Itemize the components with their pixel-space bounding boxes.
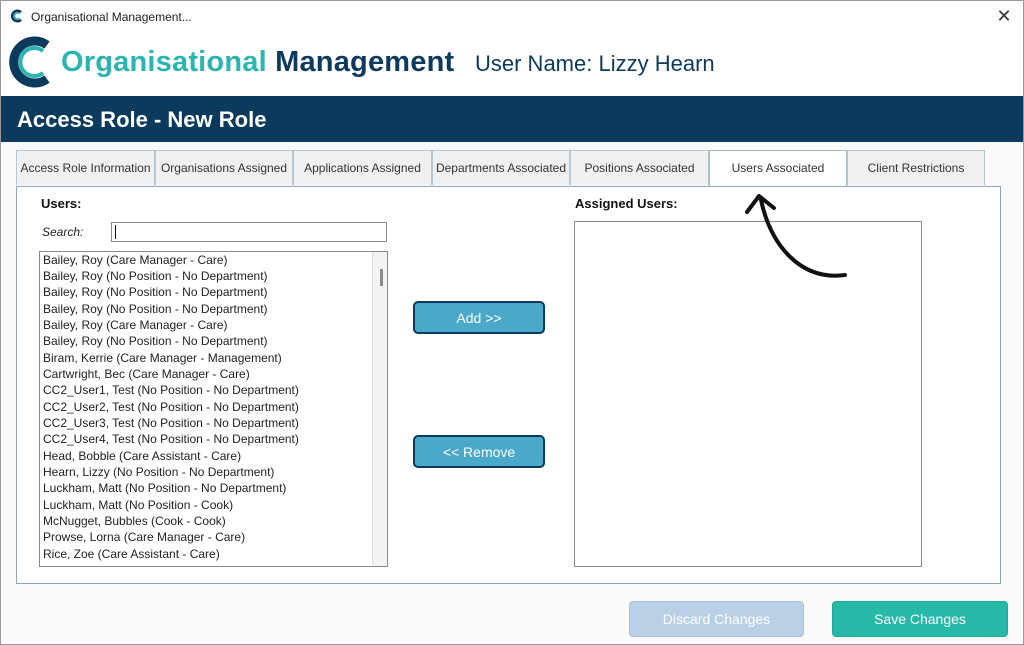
list-item[interactable]: Bailey, Roy (Care Manager - Care) — [43, 253, 228, 267]
list-item[interactable]: Hearn, Lizzy (No Position - No Departmen… — [43, 465, 274, 479]
list-item[interactable]: Rice, Zoe (Care Assistant - Care) — [43, 547, 220, 561]
list-item[interactable]: Bailey, Roy (No Position - No Department… — [43, 302, 268, 316]
list-item[interactable]: CC2_User1, Test (No Position - No Depart… — [43, 383, 299, 397]
title-bar: Organisational Management... ✕ — [1, 1, 1023, 32]
tab-client-restrictions[interactable]: Client Restrictions — [847, 150, 985, 185]
list-item[interactable]: CC2_User2, Test (No Position - No Depart… — [43, 400, 299, 414]
text-caret — [115, 225, 116, 239]
tab-access-role-information[interactable]: Access Role Information — [16, 150, 155, 185]
brand-logo-icon — [9, 36, 50, 88]
tab-positions-associated[interactable]: Positions Associated — [570, 150, 709, 185]
tab-departments-associated[interactable]: Departments Associated — [432, 150, 570, 185]
list-item[interactable]: Head, Bobble (Care Assistant - Care) — [43, 449, 241, 463]
list-item[interactable]: Prowse, Lorna (Care Manager - Care) — [43, 530, 245, 544]
list-item[interactable]: Biram, Kerrie (Care Manager - Management… — [43, 351, 282, 365]
list-item[interactable]: Cartwright, Bec (Care Manager - Care) — [43, 367, 250, 381]
brand-logo-text-part1: Organisational — [61, 46, 276, 78]
list-item[interactable]: McNugget, Bubbles (Cook - Cook) — [43, 514, 226, 528]
users-list[interactable]: Bailey, Roy (Care Manager - Care) Bailey… — [39, 251, 388, 567]
assigned-users-heading: Assigned Users: — [575, 196, 678, 211]
tab-applications-assigned[interactable]: Applications Assigned — [293, 150, 432, 185]
search-input[interactable] — [111, 222, 387, 242]
list-item[interactable]: Bailey, Roy (No Position - No Department… — [43, 285, 268, 299]
list-item[interactable]: CC2_User3, Test (No Position - No Depart… — [43, 416, 299, 430]
page-title: Access Role - New Role — [17, 107, 267, 132]
current-user-name: User Name: Lizzy Hearn — [475, 51, 715, 76]
users-heading: Users: — [41, 196, 82, 211]
window-title: Organisational Management... — [31, 10, 192, 24]
list-item[interactable]: Luckham, Matt (No Position - Cook) — [43, 498, 233, 512]
search-label: Search: — [42, 225, 84, 239]
add-button[interactable]: Add >> — [413, 301, 545, 334]
brand-logo-text: Organisational Management — [61, 46, 454, 79]
app-header: Organisational Management User Name: Liz… — [1, 32, 1023, 96]
tab-organisations-assigned[interactable]: Organisations Assigned — [155, 150, 293, 185]
app-logo-icon — [11, 9, 22, 23]
list-item[interactable]: Bailey, Roy (Care Manager - Care) — [43, 318, 228, 332]
users-list-scrollbar[interactable] — [372, 252, 387, 566]
brand-logo-text-part2: Management — [275, 46, 455, 78]
save-changes-button[interactable]: Save Changes — [832, 601, 1008, 637]
remove-button[interactable]: << Remove — [413, 435, 545, 468]
list-item[interactable]: Luckham, Matt (No Position - No Departme… — [43, 481, 286, 495]
app-window: Organisational Management... ✕ Organisat… — [0, 0, 1024, 645]
page-banner: Access Role - New Role — [1, 96, 1023, 142]
list-item[interactable]: Bailey, Roy (No Position - No Department… — [43, 269, 268, 283]
annotation-arrow-icon — [745, 194, 847, 278]
scrollbar-thumb[interactable] — [380, 269, 383, 286]
tab-users-associated[interactable]: Users Associated — [709, 150, 847, 187]
close-icon[interactable]: ✕ — [993, 5, 1015, 27]
discard-changes-button[interactable]: Discard Changes — [629, 601, 804, 637]
list-item[interactable]: Bailey, Roy (No Position - No Department… — [43, 334, 268, 348]
list-item[interactable]: CC2_User4, Test (No Position - No Depart… — [43, 432, 299, 446]
